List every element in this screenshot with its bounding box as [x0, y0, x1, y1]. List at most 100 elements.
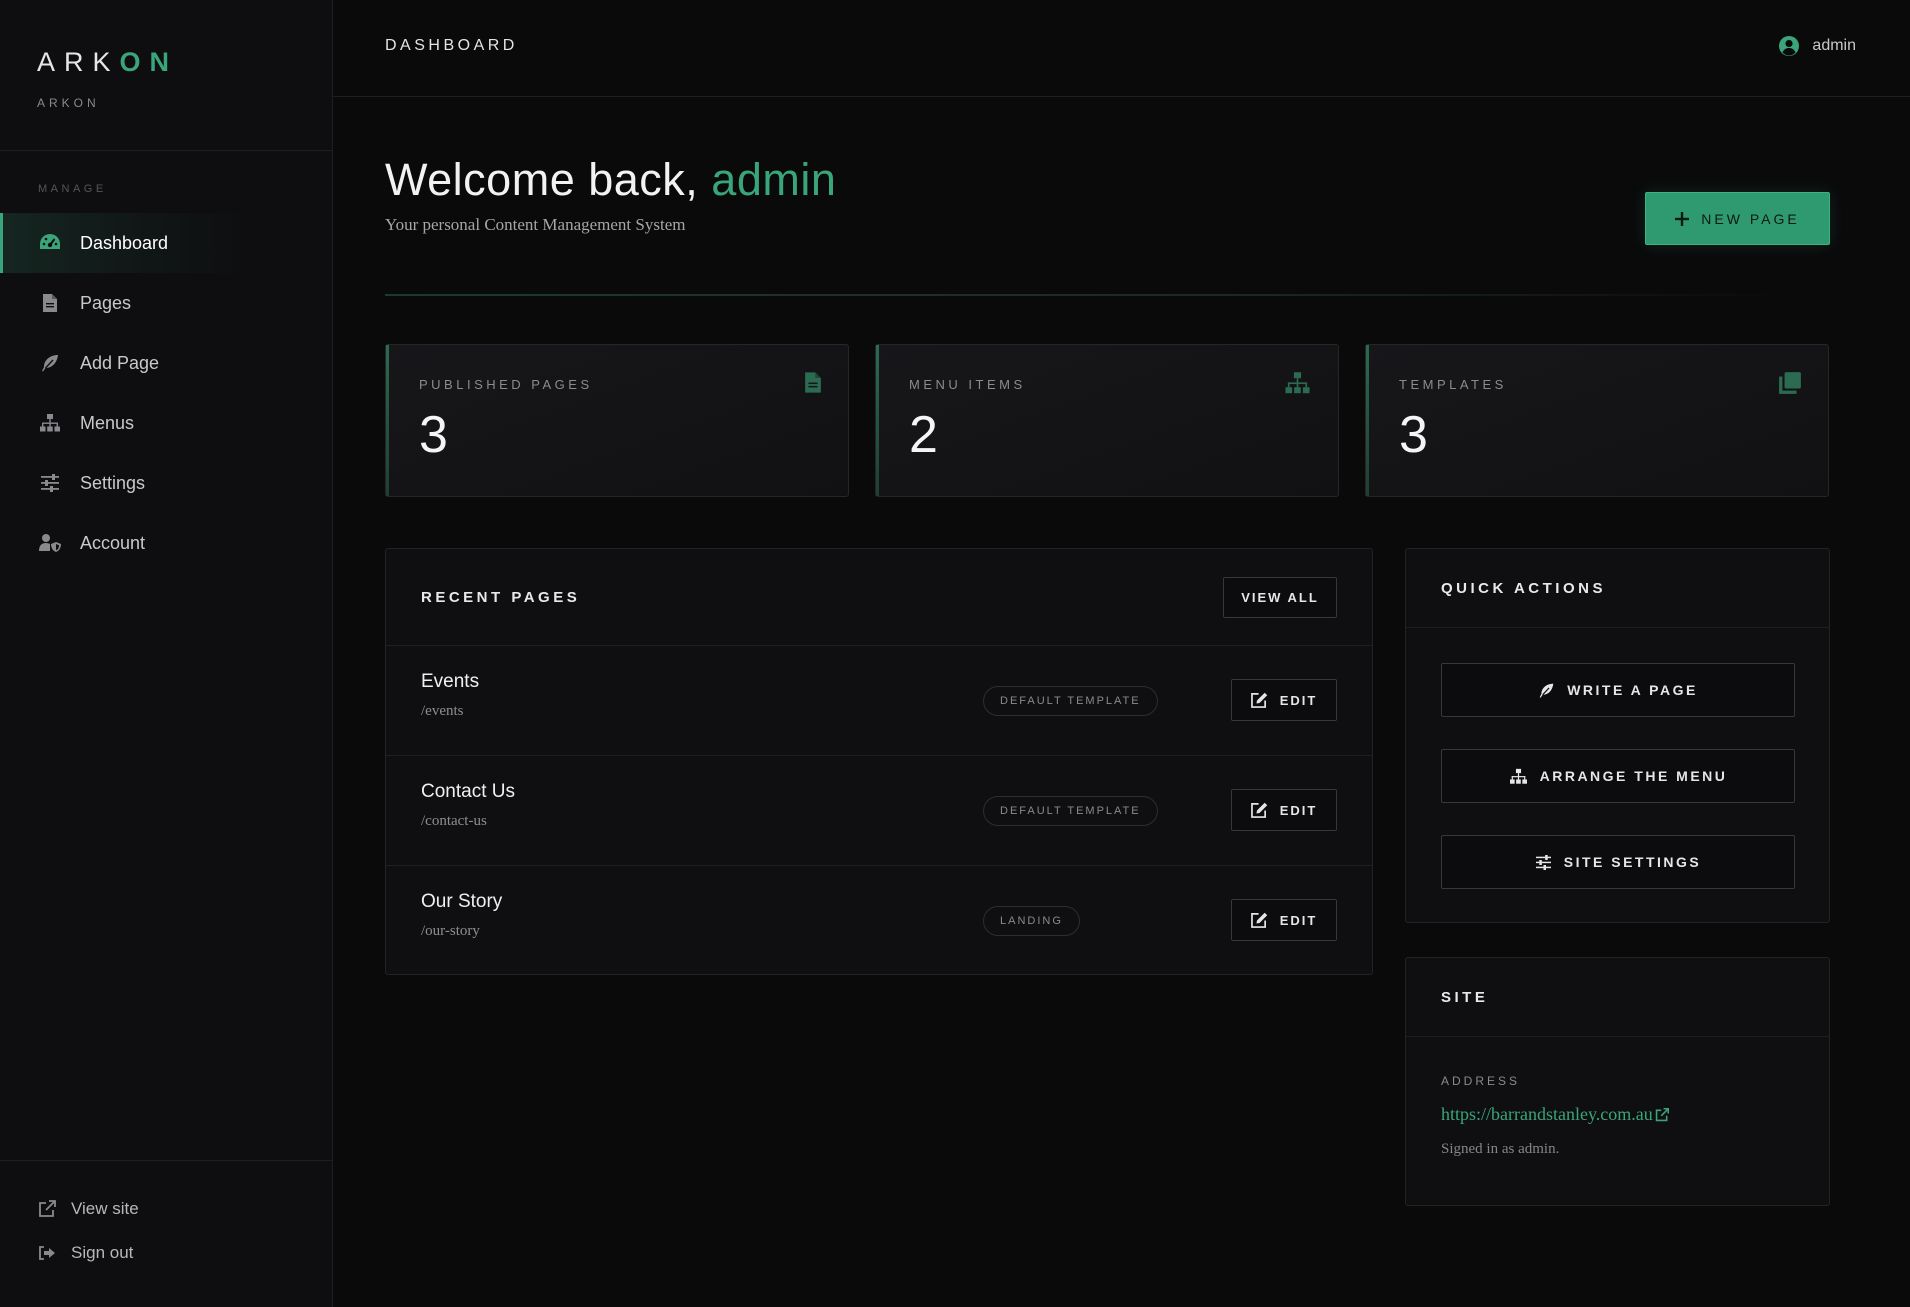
file-icon [804, 371, 822, 394]
signed-in-note: Signed in as admin. [1441, 1141, 1560, 1157]
view-site-link[interactable]: View site [0, 1187, 332, 1231]
stat-card-templates: TEMPLATES 3 [1365, 344, 1829, 497]
site-title: SITE [1441, 988, 1489, 1006]
welcome-name: admin [711, 154, 837, 205]
site-url-link[interactable]: https://barrandstanley.com.au [1441, 1104, 1794, 1125]
sidebar-item-label: Add Page [80, 352, 160, 373]
sign-out-label: Sign out [71, 1243, 134, 1262]
sitemap-icon [1283, 371, 1312, 395]
page-name[interactable]: Our Story [421, 891, 1372, 913]
plus-icon [1675, 211, 1690, 226]
brand-logo-main: ARK [37, 47, 120, 77]
table-row: Events /events DEFAULT TEMPLATE EDIT [386, 646, 1372, 756]
quick-actions-header: QUICK ACTIONS [1406, 549, 1829, 628]
sidebar-item-settings[interactable]: Settings [0, 453, 332, 513]
brand-logo-accent: ON [119, 47, 179, 77]
sidebar: ARKON ARKON MANAGE Dashboard Pages Add P… [0, 0, 333, 1307]
quick-actions-list: WRITE A PAGE ARRANGE THE MENU SITE SETTI… [1406, 628, 1829, 889]
nav-section-label: MANAGE [38, 183, 107, 195]
view-site-label: View site [71, 1199, 139, 1218]
sidebar-item-dashboard[interactable]: Dashboard [0, 213, 332, 273]
table-row: Contact Us /contact-us DEFAULT TEMPLATE … [386, 756, 1372, 866]
sign-out-icon [37, 1243, 57, 1263]
stat-label: PUBLISHED PAGES [419, 377, 593, 392]
feather-icon [1538, 682, 1555, 699]
sidebar-item-account[interactable]: Account [0, 513, 332, 573]
edit-button[interactable]: EDIT [1231, 899, 1337, 941]
page-slug: /contact-us [421, 813, 487, 829]
section-divider [385, 294, 1785, 296]
page-name[interactable]: Contact Us [421, 781, 1372, 803]
sidebar-item-menus[interactable]: Menus [0, 393, 332, 453]
edit-label: EDIT [1279, 912, 1318, 928]
address-label: ADDRESS [1441, 1074, 1521, 1088]
stat-value: 2 [909, 406, 938, 464]
edit-icon [1250, 912, 1268, 928]
top-bar: DASHBOARD admin [333, 0, 1910, 97]
site-panel: SITE ADDRESS https://barrandstanley.com.… [1405, 957, 1830, 1206]
user-circle-icon [1778, 35, 1800, 57]
sidebar-item-label: Pages [80, 292, 132, 313]
edit-button[interactable]: EDIT [1231, 789, 1337, 831]
template-badge: LANDING [983, 906, 1080, 936]
site-settings-button[interactable]: SITE SETTINGS [1441, 835, 1795, 889]
sidebar-item-label: Account [80, 532, 146, 553]
edit-button[interactable]: EDIT [1231, 679, 1337, 721]
arrange-menu-button[interactable]: ARRANGE THE MENU [1441, 749, 1795, 803]
page-title: DASHBOARD [385, 37, 518, 54]
brand-subtitle: ARKON [37, 96, 100, 110]
sliders-icon [1535, 854, 1552, 870]
welcome-subtitle: Your personal Content Management System [385, 215, 686, 234]
site-header: SITE [1406, 958, 1829, 1037]
sliders-icon [38, 471, 62, 495]
external-link-icon [37, 1199, 57, 1219]
edit-icon [1250, 692, 1268, 708]
page-name[interactable]: Events [421, 671, 1372, 693]
recent-pages-title: RECENT PAGES [421, 588, 581, 606]
stat-label: TEMPLATES [1399, 377, 1507, 392]
sidebar-item-pages[interactable]: Pages [0, 273, 332, 333]
sidebar-item-label: Menus [80, 412, 135, 433]
brand: ARKON ARKON [0, 0, 332, 151]
new-page-label: NEW PAGE [1701, 210, 1800, 227]
site-settings-label: SITE SETTINGS [1563, 854, 1702, 870]
welcome-block: Welcome back, admin Your personal Conten… [385, 153, 836, 235]
arrange-menu-label: ARRANGE THE MENU [1539, 768, 1728, 784]
sidebar-footer: View site Sign out [0, 1160, 332, 1275]
write-a-page-label: WRITE A PAGE [1567, 682, 1698, 698]
stat-card-menu-items: MENU ITEMS 2 [875, 344, 1339, 497]
new-page-button[interactable]: NEW PAGE [1645, 192, 1830, 245]
sidebar-item-add-page[interactable]: Add Page [0, 333, 332, 393]
site-url: https://barrandstanley.com.au [1441, 1104, 1653, 1124]
welcome-prefix: Welcome back, [385, 154, 712, 205]
welcome-heading: Welcome back, admin [385, 153, 836, 207]
stat-value: 3 [419, 406, 448, 464]
site-body: ADDRESS https://barrandstanley.com.au Si… [1406, 1037, 1829, 1158]
page-slug: /events [421, 703, 464, 719]
edit-label: EDIT [1279, 692, 1318, 708]
sitemap-icon [38, 411, 62, 435]
stat-value: 3 [1399, 406, 1428, 464]
edit-label: EDIT [1279, 802, 1318, 818]
quick-actions-panel: QUICK ACTIONS WRITE A PAGE ARRANGE THE M… [1405, 548, 1830, 923]
sitemap-icon [1509, 768, 1528, 785]
write-a-page-button[interactable]: WRITE A PAGE [1441, 663, 1795, 717]
stats-row: PUBLISHED PAGES 3 MENU ITEMS 2 TEMPLATES… [385, 344, 1830, 497]
sign-out-link[interactable]: Sign out [0, 1231, 332, 1275]
template-badge: DEFAULT TEMPLATE [983, 686, 1158, 716]
file-icon [38, 291, 62, 315]
recent-pages-panel: RECENT PAGES VIEW ALL Events /events DEF… [385, 548, 1373, 975]
recent-pages-header: RECENT PAGES VIEW ALL [386, 549, 1372, 646]
user-name: admin [1812, 37, 1856, 54]
user-shield-icon [38, 531, 62, 555]
table-row: Our Story /our-story LANDING EDIT [386, 866, 1372, 976]
sidebar-item-label: Dashboard [80, 232, 169, 253]
user-menu[interactable]: admin [1778, 35, 1856, 57]
sidebar-item-label: Settings [80, 472, 146, 493]
view-all-button[interactable]: VIEW ALL [1223, 576, 1337, 618]
page-slug: /our-story [421, 923, 480, 939]
clone-icon [1778, 371, 1802, 395]
feather-icon [38, 351, 62, 375]
brand-logo[interactable]: ARKON [37, 46, 332, 78]
quick-actions-title: QUICK ACTIONS [1441, 579, 1606, 597]
